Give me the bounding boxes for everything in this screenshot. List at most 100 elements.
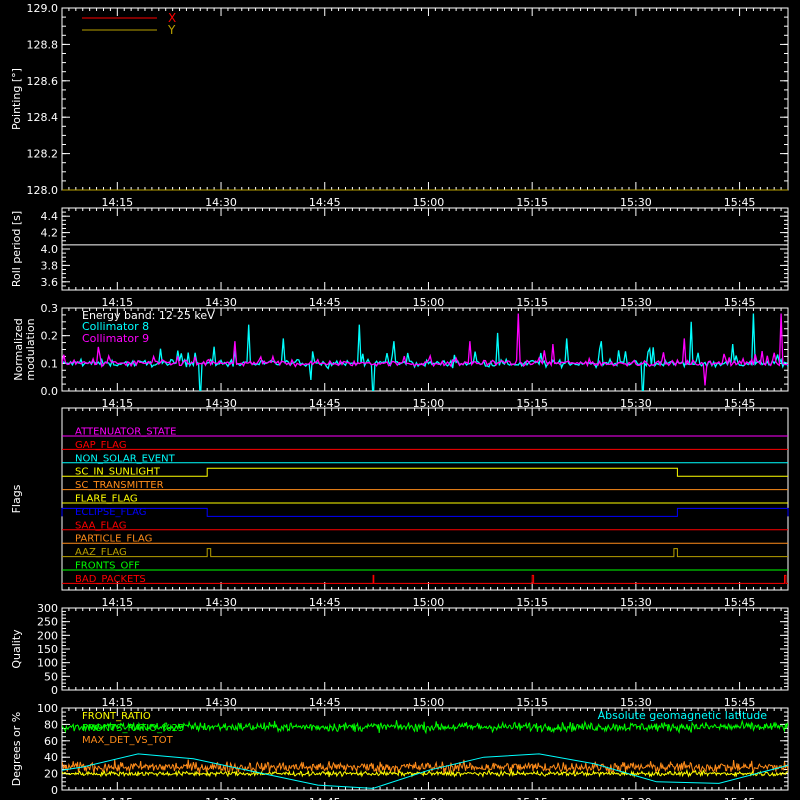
panel-flags: 14:15 14:30 14:45 15:00 15:15 15:30 15:45 Flags… [10, 407, 789, 609]
y-axis-label: Roll period [s] [10, 211, 23, 287]
x-tick-label: 15:15 [516, 196, 548, 209]
x-tick-label: 14:30 [205, 596, 237, 609]
series-line [62, 313, 788, 391]
y-tick-label: 0 [51, 784, 58, 797]
flag-line [62, 574, 788, 584]
flag-label: PARTICLE_FLAG [75, 534, 152, 545]
x-tick-label: 15:00 [413, 196, 445, 209]
latitude-label: Absolute geomagnetic latitude [598, 709, 768, 722]
y-axis-label: modulation [24, 318, 37, 380]
y-axis-label: Pointing [°] [10, 68, 23, 130]
x-tick-label: 14:45 [309, 596, 341, 609]
panel-degrees: 14:15 14:30 14:45 15:00 15:15 15:30 15:45 Degre… [10, 702, 789, 800]
flag-label: FLARE_FLAG [75, 494, 138, 505]
x-tick-label: 14:30 [205, 696, 237, 709]
flag-label: ECLIPSE_FLAG [75, 507, 146, 518]
panel-roll: 14:15 14:30 14:45 15:00 15:15 15:30 15:45 Roll … [10, 207, 789, 309]
flag-label: NON_SOLAR_EVENT [75, 453, 176, 464]
panel-frame [61, 207, 789, 291]
x-tick-label: 15:30 [620, 796, 652, 800]
y-tick-label: 0 [51, 684, 58, 697]
flag-label: AAZ_FLAG [75, 547, 127, 558]
y-tick-label: 80 [44, 718, 58, 731]
y-axis-label: Flags [10, 484, 23, 513]
x-tick-label: 15:15 [516, 296, 548, 309]
y-tick-label: 3.6 [41, 276, 59, 289]
y-tick-label: 200 [37, 629, 58, 642]
flag-label: GAP_FLAG [75, 440, 127, 451]
x-tick-label: 15:15 [516, 796, 548, 800]
panel-frame [61, 607, 789, 691]
flag-label: FRONTS_OFF [75, 561, 140, 572]
x-tick-label: 14:15 [101, 796, 133, 800]
y-tick-label: 0.2 [41, 330, 59, 343]
x-tick-label: 15:00 [413, 796, 445, 800]
flag-label: BAD_PACKETS [75, 574, 146, 585]
y-tick-label: 128.0 [27, 184, 59, 197]
x-tick-label: 15:00 [413, 696, 445, 709]
series-line [62, 313, 788, 386]
x-tick-label: 14:15 [101, 196, 133, 209]
x-tick-label: 15:45 [724, 196, 756, 209]
flag-label: SC_IN_SUNLIGHT [75, 467, 161, 478]
x-tick-label: 14:15 [101, 696, 133, 709]
rhessi-quicklook-figure: 14:15 14:30 14:45 15:00 15:15 15:30 15:45 Point… [10, 2, 789, 800]
flag-label: ATTENUATOR_STATE [75, 427, 176, 438]
x-tick-label: 14:45 [309, 796, 341, 800]
y-tick-label: 150 [37, 643, 58, 656]
y-tick-label: 250 [37, 616, 58, 629]
y-tick-label: 128.8 [27, 38, 59, 51]
y-tick-label: 0.0 [41, 385, 59, 398]
x-tick-label: 15:30 [620, 196, 652, 209]
x-tick-label: 15:45 [724, 696, 756, 709]
x-tick-label: 14:45 [309, 196, 341, 209]
x-tick-label: 14:15 [101, 296, 133, 309]
x-tick-label: 15:30 [620, 296, 652, 309]
panel-quality: 14:15 14:30 14:45 15:00 15:15 15:30 15:45 Quali… [10, 602, 789, 709]
x-tick-label: 15:30 [620, 696, 652, 709]
panel-pointing: 14:15 14:30 14:45 15:00 15:15 15:30 15:45 Point… [10, 2, 789, 209]
panel-modulation: 14:15 14:30 14:45 15:00 15:15 15:30 15:45Norma… [12, 302, 789, 410]
x-tick-label: 14:15 [101, 596, 133, 609]
x-tick-label: 14:30 [205, 796, 237, 800]
legend-label: Y [167, 23, 176, 37]
legend-label: MAX_DET_VS_TOT [82, 735, 174, 746]
x-tick-label: 15:45 [724, 296, 756, 309]
legend-label: FRONT_RATIO [82, 711, 151, 722]
y-tick-label: 3.8 [41, 259, 59, 272]
flag-line [61, 507, 789, 517]
x-tick-label: 15:30 [620, 596, 652, 609]
x-tick-label: 14:30 [205, 196, 237, 209]
y-tick-label: 20 [44, 768, 58, 781]
legend-label: Collimator 9 [82, 332, 149, 345]
x-tick-label: 15:45 [724, 796, 756, 800]
y-tick-label: 100 [37, 702, 58, 715]
y-tick-label: 128.2 [27, 148, 59, 161]
y-tick-label: 0.3 [41, 302, 59, 315]
flag-label: SC_TRANSMITTER [75, 480, 164, 491]
x-tick-label: 14:30 [205, 296, 237, 309]
y-tick-label: 40 [44, 751, 58, 764]
y-tick-label: 4.4 [41, 210, 59, 223]
legend-label: FRONTS_RATIO_%25 [82, 723, 184, 734]
x-tick-label: 15:00 [413, 596, 445, 609]
y-tick-label: 128.6 [27, 75, 59, 88]
x-tick-label: 15:15 [516, 696, 548, 709]
y-tick-label: 4.0 [41, 243, 59, 256]
y-tick-label: 4.2 [41, 227, 59, 240]
flag-line [62, 548, 788, 558]
x-tick-label: 14:45 [309, 296, 341, 309]
x-tick-label: 15:45 [724, 596, 756, 609]
y-axis-label: Quality [10, 629, 23, 669]
energy-band-annotation: Energy band: 12-25 keV [82, 309, 215, 322]
y-tick-label: 50 [44, 670, 58, 683]
y-tick-label: 128.4 [27, 111, 59, 124]
y-tick-label: 300 [37, 602, 58, 615]
flag-line [62, 467, 788, 477]
x-tick-label: 15:15 [516, 596, 548, 609]
y-tick-label: 60 [44, 735, 58, 748]
x-tick-label: 14:45 [309, 696, 341, 709]
y-axis-label: Degrees or % [10, 712, 23, 786]
y-tick-label: 129.0 [27, 2, 59, 15]
x-tick-label: 15:00 [413, 296, 445, 309]
